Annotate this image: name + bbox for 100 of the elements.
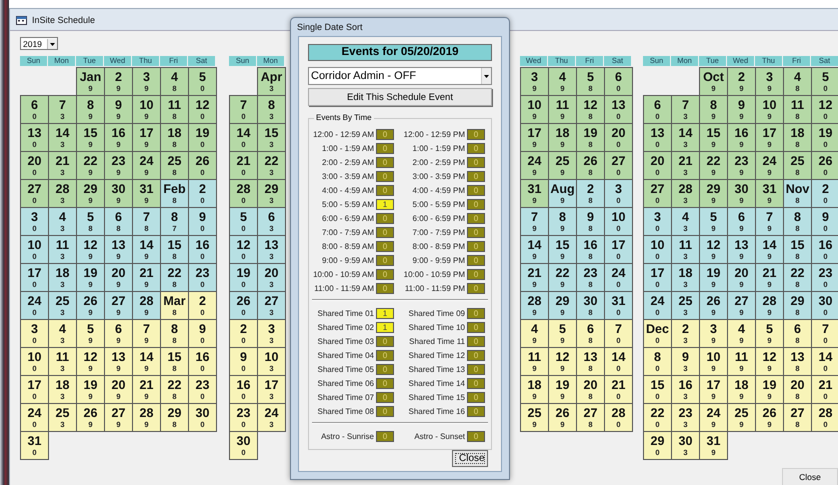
day-number: 14: [236, 126, 250, 140]
day-number: 23: [236, 406, 250, 420]
day-number: 17: [28, 266, 42, 280]
count-box: 0: [376, 142, 394, 154]
day-number: 23: [112, 154, 126, 168]
day-number: 25: [56, 294, 70, 308]
year-dropdown[interactable]: 2019: [20, 37, 58, 50]
slot-label: 2:00 - 2:59 AM: [320, 158, 374, 166]
day-number: 28: [762, 294, 776, 308]
day-number: 3: [31, 210, 38, 224]
day-number: 21: [818, 378, 832, 392]
day-number: 7: [240, 98, 247, 112]
day-number: 23: [678, 406, 692, 420]
close-button[interactable]: Close: [782, 468, 838, 485]
day-number: 5: [87, 210, 94, 224]
day-number: 19: [706, 266, 720, 280]
day-number: 13: [650, 126, 664, 140]
day-number: 9: [822, 210, 829, 224]
count-box: 0: [467, 128, 485, 140]
day-number: 19: [762, 378, 776, 392]
day-number: 26: [196, 154, 210, 168]
day-number: 5: [710, 210, 717, 224]
day-number: 18: [56, 378, 70, 392]
day-number: 14: [140, 238, 154, 252]
day-number: Apr: [260, 70, 282, 84]
day-number: 13: [112, 350, 126, 364]
day-number: 2: [682, 322, 689, 336]
day-number: 10: [528, 98, 542, 112]
day-number: 2: [199, 182, 206, 196]
day-number: 21: [236, 154, 250, 168]
day-number: 20: [264, 266, 278, 280]
close-button[interactable]: Close: [452, 450, 488, 467]
slot-label: Shared Time 05: [316, 364, 374, 374]
day-number: 30: [678, 434, 692, 448]
slot-label: 6:00 - 6:59 PM: [412, 214, 465, 222]
day-number: 20: [584, 378, 598, 392]
edit-event-button[interactable]: Edit This Schedule Event: [308, 88, 492, 106]
day-number: 7: [766, 210, 773, 224]
slot-label: 4:00 - 4:59 AM: [320, 186, 374, 194]
day-number: 10: [650, 238, 664, 252]
day-number: 3: [654, 210, 661, 224]
day-number: 31: [528, 182, 542, 196]
day-number: 5: [587, 70, 594, 84]
day-number: 2: [115, 70, 122, 84]
calendar-icon: [16, 14, 27, 24]
slot-label: Shared Time 13: [408, 364, 465, 374]
day-number: 9: [682, 350, 689, 364]
slot-label: 8:00 - 8:59 AM: [320, 242, 374, 250]
day-number: 9: [199, 322, 206, 336]
slot-label: Astro - Sunrise: [320, 432, 374, 440]
day-number: 22: [650, 406, 664, 420]
day-number: 14: [678, 126, 692, 140]
day-number: 17: [612, 238, 626, 252]
group-title: Events By Time: [314, 113, 374, 122]
day-number: 8: [171, 322, 178, 336]
count-box: 0: [376, 184, 394, 196]
day-number: 20: [28, 154, 42, 168]
count-box: 0: [467, 350, 485, 360]
day-number: 10: [612, 210, 626, 224]
day-number: 15: [556, 238, 570, 252]
day-number: 11: [56, 350, 70, 364]
day-number: 11: [734, 350, 748, 364]
day-number: 28: [678, 182, 692, 196]
day-number: 11: [790, 98, 804, 112]
count-box: 0: [467, 226, 485, 238]
dialog-title: Single Date Sort: [297, 22, 363, 32]
day-number: 7: [822, 322, 829, 336]
day-number: 22: [168, 378, 182, 392]
count-box: 0: [467, 322, 485, 332]
day-number: 5: [87, 322, 94, 336]
day-number: 7: [531, 210, 538, 224]
day-number: 11: [678, 238, 692, 252]
day-number: 20: [112, 378, 126, 392]
day-number: 6: [654, 98, 661, 112]
slot-label: Shared Time 16: [408, 406, 465, 416]
day-number: 4: [682, 210, 689, 224]
count-box: 0: [467, 364, 485, 374]
day-number: 10: [762, 98, 776, 112]
day-number: 31: [140, 182, 154, 196]
day-number: 12: [84, 350, 98, 364]
count-box: 0: [376, 406, 394, 416]
day-number: 31: [762, 182, 776, 196]
day-number: 8: [794, 210, 801, 224]
day-number: 31: [612, 294, 626, 308]
day-number: 13: [264, 238, 278, 252]
day-number: 12: [236, 238, 250, 252]
day-number: 14: [762, 238, 776, 252]
day-number: 29: [556, 294, 570, 308]
day-number: 15: [168, 238, 182, 252]
count-box: 0: [467, 254, 485, 266]
day-number: 28: [818, 406, 832, 420]
day-number: 18: [168, 126, 182, 140]
day-number: 24: [264, 406, 278, 420]
day-number: 25: [678, 294, 692, 308]
day-number: 4: [794, 70, 801, 84]
count-box: 0: [376, 364, 394, 374]
day-number: 19: [196, 126, 210, 140]
event-dropdown[interactable]: Corridor Admin - OFF: [308, 67, 492, 85]
day-number: 2: [199, 294, 206, 308]
day-number: 26: [84, 406, 98, 420]
